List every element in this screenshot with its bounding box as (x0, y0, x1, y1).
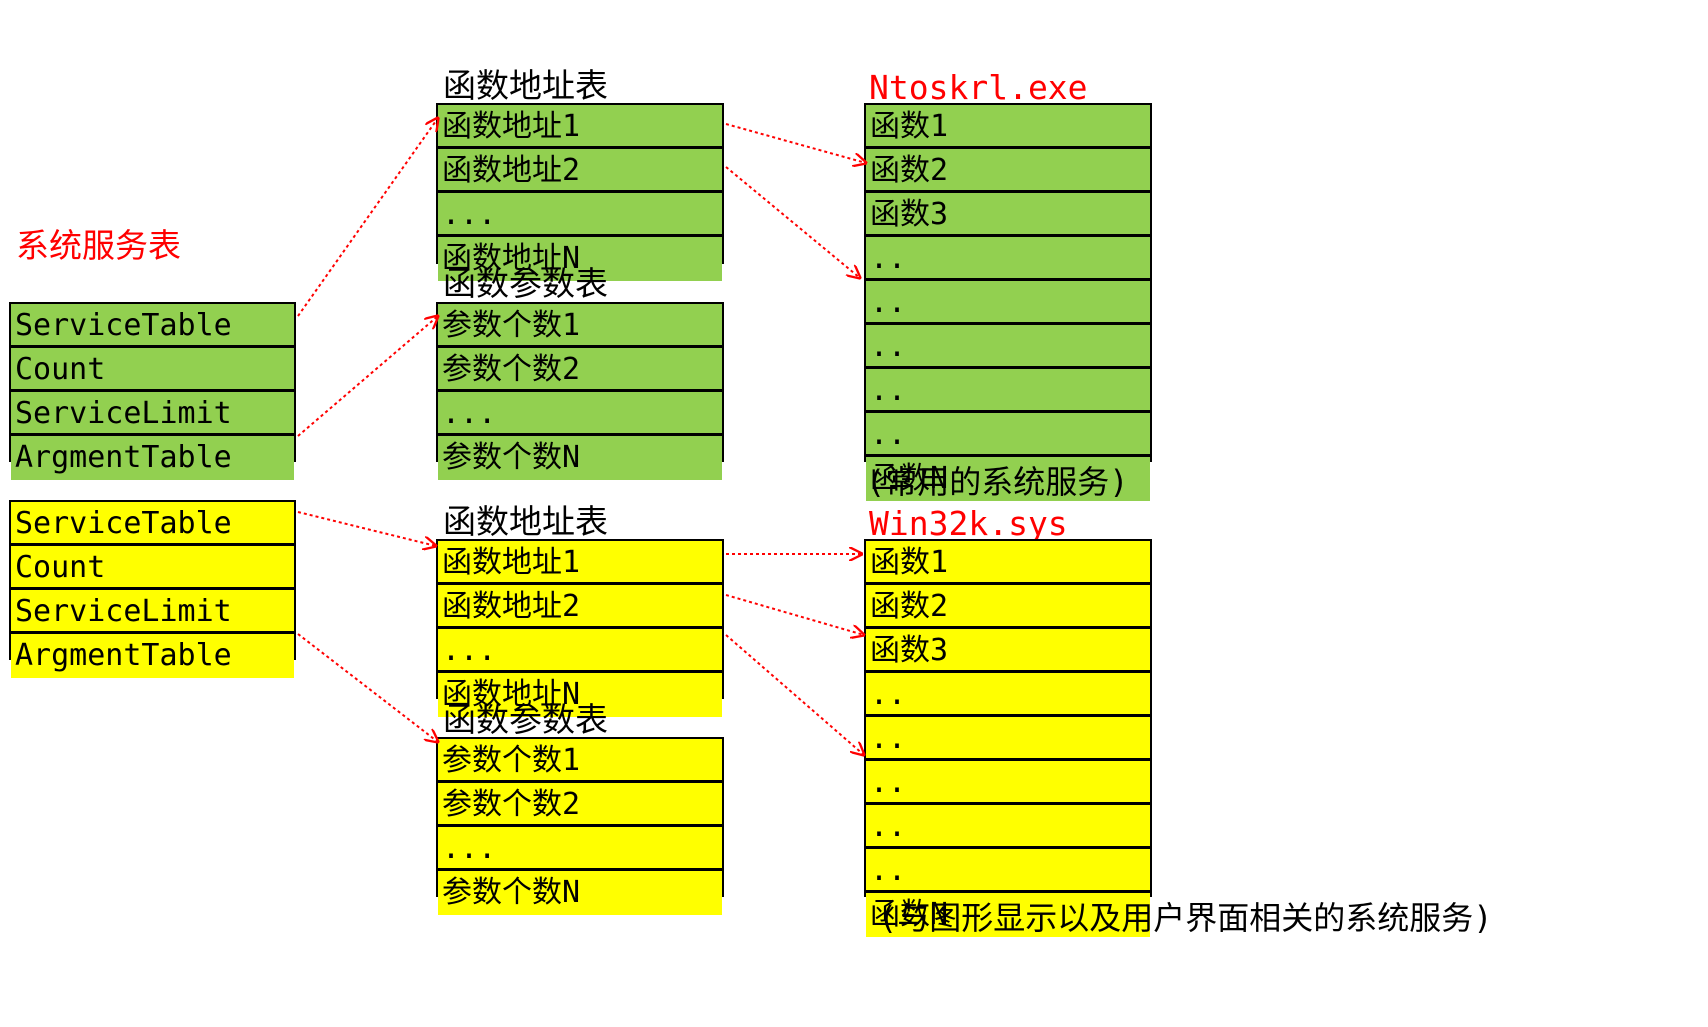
arrow-argtable-to-top-param (297, 316, 438, 437)
arrow-sst-to-top-addr (297, 118, 438, 317)
arrow-top-addr2-to-module (725, 166, 860, 278)
connector-arrows (297, 0, 1708, 1027)
arrow-top-addr1-to-func2 (725, 123, 866, 163)
arrow-bottom-addr2-to-func3 (725, 594, 864, 635)
arrow-argtable-yellow-to-bottom-param (297, 633, 438, 742)
arrow-bottom-dots-to-module (725, 634, 864, 755)
arrow-sst-yellow-to-bottom-addr (297, 511, 436, 546)
